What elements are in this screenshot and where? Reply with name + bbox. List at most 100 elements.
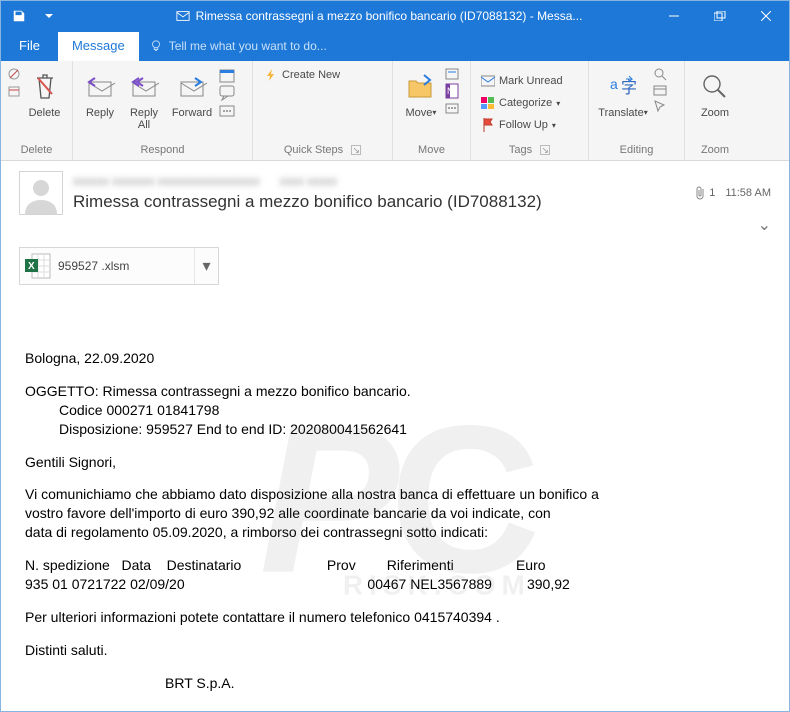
body-line: BRT S.p.A.: [25, 674, 765, 693]
excel-file-icon: X: [20, 248, 56, 284]
svg-text:N: N: [447, 86, 454, 96]
group-move-label: Move: [399, 144, 464, 158]
related-icon[interactable]: [653, 83, 677, 97]
attachment-filename: 959527 .xlsm: [56, 259, 194, 273]
quick-access-toolbar: [1, 4, 67, 28]
message-body: PC RISK.COM Bologna, 22.09.2020 OGGETTO:…: [1, 293, 789, 712]
group-editing-label: Editing: [595, 144, 678, 158]
attachment-chip[interactable]: X 959527 .xlsm ▾: [19, 247, 219, 285]
move-button[interactable]: Move ▾: [399, 65, 443, 131]
group-respond: Reply Reply All Forward Respond: [73, 61, 253, 160]
group-respond-label: Respond: [79, 144, 246, 158]
lightbulb-icon: [149, 39, 163, 53]
reply-button[interactable]: Reply: [79, 65, 121, 131]
paperclip-icon: [694, 186, 706, 200]
body-line: Disposizione: 959527 End to end ID: 2020…: [25, 420, 765, 439]
group-editing: a字 Translate▾ Editing: [589, 61, 685, 160]
from-address: xxxxxx xxxxxxx xxxxxxxxxxxxxxxxx: [73, 174, 260, 188]
attachment-count: 1: [709, 187, 715, 199]
delete-button[interactable]: Delete: [23, 65, 66, 131]
message-header: xxxxxx xxxxxxx xxxxxxxxxxxxxxxxx xxxx xx…: [1, 161, 789, 241]
forward-icon: [167, 67, 217, 107]
dialog-launcher-icon[interactable]: ↘: [540, 145, 550, 155]
close-button[interactable]: [743, 1, 789, 31]
window-title: Rimessa contrassegni a mezzo bonifico ba…: [67, 9, 651, 23]
body-line: 935 01 0721722 02/09/20 00467 NEL3567889…: [25, 575, 765, 594]
body-line: Per ulteriori informazioni potete contat…: [25, 608, 765, 627]
body-line: Gentili Signori,: [25, 453, 765, 472]
qat-dropdown-icon[interactable]: [37, 4, 61, 28]
more-respond-icon[interactable]: [219, 103, 245, 119]
group-zoom: Zoom Zoom: [685, 61, 745, 160]
outlook-message-window: Rimessa contrassegni a mezzo bonifico ba…: [0, 0, 790, 712]
body-line: vostro favore dell'importo di euro 390,9…: [25, 504, 765, 523]
actions-icon[interactable]: [445, 101, 464, 115]
body-line: OGGETTO: Rimessa contrassegni a mezzo bo…: [25, 382, 765, 401]
delete-icon: [23, 67, 66, 107]
rules-icon[interactable]: [445, 67, 464, 81]
body-line: Distinti saluti.: [25, 641, 765, 660]
flag-icon: [481, 118, 495, 132]
forward-button[interactable]: Forward: [167, 65, 217, 131]
categorize-button[interactable]: Categorize ▾: [477, 93, 582, 113]
received-time: 11:58 AM: [725, 187, 771, 199]
minimize-button[interactable]: [651, 1, 697, 31]
window-title-text: Rimessa contrassegni a mezzo bonifico ba…: [196, 9, 583, 23]
window-controls: [651, 1, 789, 31]
sender-avatar: [19, 171, 63, 215]
save-icon[interactable]: [7, 4, 31, 28]
svg-text:X: X: [28, 261, 35, 272]
dialog-launcher-icon[interactable]: ↘: [351, 145, 361, 155]
find-icon[interactable]: [653, 67, 677, 81]
tell-me-placeholder: Tell me what you want to do...: [169, 39, 327, 53]
zoom-icon: [691, 67, 739, 107]
select-icon[interactable]: [653, 99, 677, 113]
group-move: Move ▾ N Move: [393, 61, 471, 160]
envelope-icon: [481, 74, 495, 88]
create-new-quickstep[interactable]: Create New: [259, 65, 387, 85]
group-tags: Mark Unread Categorize ▾ Follow Up ▾ Tag…: [471, 61, 589, 160]
translate-button[interactable]: a字 Translate▾: [595, 65, 651, 131]
body-line: Bologna, 22.09.2020: [25, 349, 765, 368]
group-zoom-label: Zoom: [691, 144, 739, 158]
svg-text:a: a: [610, 76, 618, 92]
body-line: Codice 000271 01841798: [25, 401, 765, 420]
mark-unread-button[interactable]: Mark Unread: [477, 71, 582, 91]
body-line: N. spedizione Data Destinatario Prov Rif…: [25, 556, 765, 575]
reply-icon: [79, 67, 121, 107]
group-delete: Delete Delete: [1, 61, 73, 160]
ignore-icon[interactable]: [7, 67, 21, 81]
maximize-button[interactable]: [697, 1, 743, 31]
attachment-row: X 959527 .xlsm ▾: [1, 241, 789, 293]
tab-message[interactable]: Message: [58, 32, 139, 61]
move-folder-icon: [399, 67, 443, 107]
tell-me-search[interactable]: Tell me what you want to do...: [139, 33, 337, 61]
mail-icon: [176, 9, 190, 23]
message-subject: Rimessa contrassegni a mezzo bonifico ba…: [73, 192, 684, 212]
im-icon[interactable]: [219, 85, 245, 101]
group-tags-label: Tags: [509, 144, 532, 156]
title-bar: Rimessa contrassegni a mezzo bonifico ba…: [1, 1, 789, 31]
onenote-icon[interactable]: N: [445, 83, 464, 99]
group-quicksteps-label: Quick Steps: [284, 144, 343, 156]
meeting-icon[interactable]: [219, 67, 245, 83]
tab-file[interactable]: File: [1, 32, 58, 61]
categorize-icon: [481, 96, 495, 110]
attachment-indicator: 1: [694, 186, 715, 200]
ribbon-tabs: File Message Tell me what you want to do…: [1, 31, 789, 61]
junk-icon[interactable]: [7, 84, 21, 98]
expand-header-icon[interactable]: ⌄: [758, 217, 771, 234]
group-delete-label: Delete: [7, 144, 66, 158]
reply-all-icon: [123, 67, 165, 107]
zoom-button[interactable]: Zoom: [691, 65, 739, 131]
body-line: data di regolamento 05.09.2020, a rimbor…: [25, 523, 765, 542]
follow-up-button[interactable]: Follow Up ▾: [477, 115, 582, 135]
translate-icon: a字: [595, 67, 651, 107]
ribbon: Delete Delete Reply Reply All Forward: [1, 61, 789, 161]
delete-label: Delete: [23, 107, 66, 131]
lightning-icon: [264, 68, 278, 82]
body-line: Vi comunichiamo che abbiamo dato disposi…: [25, 485, 765, 504]
reply-all-button[interactable]: Reply All: [123, 65, 165, 131]
attachment-dropdown-icon[interactable]: ▾: [194, 248, 218, 284]
group-quicksteps: Create New Quick Steps ↘: [253, 61, 393, 160]
